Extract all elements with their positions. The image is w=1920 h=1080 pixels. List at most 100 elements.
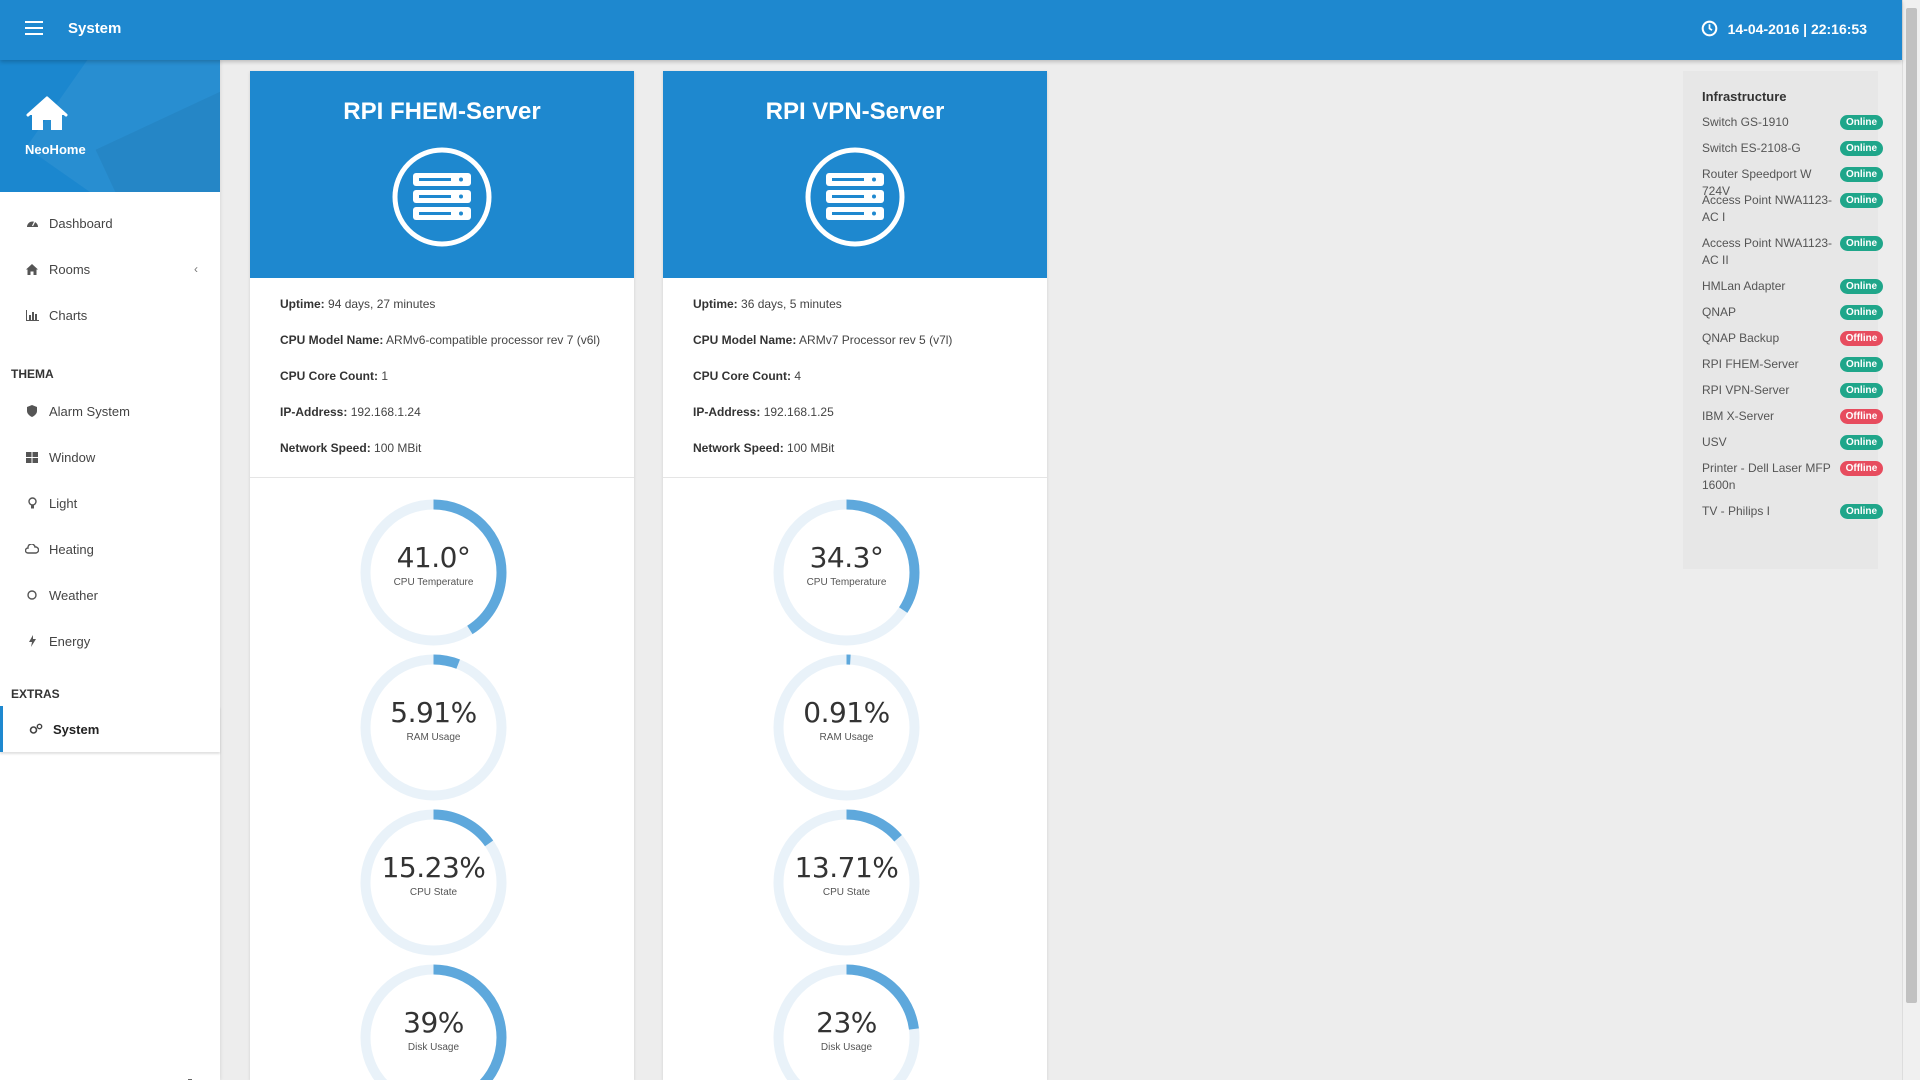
server-name: RPI FHEM-Server [343,98,541,125]
device-row: RPI VPN-Server Online [1683,382,1883,408]
status-badge: Online [1840,383,1883,398]
scrollbar-thumb[interactable] [1906,8,1917,1003]
status-badge: Offline [1840,409,1883,424]
nav-item-dashboard[interactable]: Dashboard [0,200,220,246]
device-name: QNAP Backup [1702,331,1780,345]
nav-item-light[interactable]: Light [0,480,220,526]
info-cpu-model: CPU Model Name: ARMv6-compatible process… [280,333,601,347]
gauge-label: RAM Usage [406,732,461,743]
nav-label: Heating [49,541,94,557]
bar-chart-icon [25,308,39,322]
info-network-speed: Network Speed: 100 MBit [280,441,422,455]
gauge-label: CPU State [409,887,458,898]
section-label-extras: EXTRAS [11,687,60,701]
device-row: Switch ES-2108-G Online [1683,140,1883,166]
gauge-label: CPU State [822,887,871,898]
datetime-display: 14-04-2016 | 22:16:53 [1701,20,1867,37]
device-row: Router Speedport W 724V Online [1683,166,1883,198]
server-info: Uptime: 94 days, 27 minutes CPU Model Na… [250,278,634,478]
clock-icon [1701,20,1717,37]
gauge-value: 41.0° [396,541,471,574]
device-row: QNAP Backup Offline [1683,330,1883,356]
server-icon [805,147,905,247]
status-badge: Online [1840,435,1883,450]
cloud-icon [25,542,39,556]
gauge-label: CPU Temperature [393,577,474,588]
device-row: Printer - Dell Laser MFP 1600n Offline [1683,460,1883,503]
infrastructure-title: Infrastructure [1702,89,1787,104]
nav-label: Window [49,449,96,465]
device-row: USV Online [1683,434,1883,460]
server-card-header: RPI VPN-Server [663,71,1047,278]
device-name: IBM X-Server [1702,409,1775,423]
section-label-thema: THEMA [11,367,54,381]
sun-icon [25,588,39,602]
server-card: RPI VPN-Server Uptime: 36 days, 5 minute… [663,71,1047,1080]
server-icon [392,147,492,247]
page-title: System [68,20,122,37]
info-uptime: Uptime: 36 days, 5 minutes [693,297,842,311]
gauge-cpu-state: 13.71% CPU State [769,805,924,960]
device-name: RPI FHEM-Server [1702,357,1799,371]
info-cpu-cores: CPU Core Count: 1 [280,369,389,383]
nav-item-heating[interactable]: Heating [0,526,220,572]
status-badge: Online [1840,167,1883,182]
device-list: Switch GS-1910 Online Switch ES-2108-G Onli… [1683,114,1883,529]
chevron-left-icon[interactable]: ‹ [194,262,198,276]
info-network-speed: Network Speed: 100 MBit [693,441,835,455]
gauge-label: Disk Usage [407,1042,460,1053]
gauge-cpu-temperature: 41.0° CPU Temperature [356,495,511,650]
gauge-disk-usage: 23% Disk Usage [769,960,924,1080]
sidebar: NeoHome Dashboard Rooms ‹ Charts THEMA A… [0,60,220,1080]
gauge-value: 5.91% [390,696,477,729]
lightbulb-icon [25,496,39,510]
brand-name: NeoHome [25,142,86,157]
nav-item-window[interactable]: Window [0,434,220,480]
nav-item-weather[interactable]: Weather [0,572,220,618]
server-name: RPI VPN-Server [765,98,945,125]
nav-item-charts[interactable]: Charts [0,292,220,338]
device-name: Switch GS-1910 [1702,115,1789,129]
status-badge: Online [1840,115,1883,130]
gauge-label: CPU Temperature [806,577,887,588]
window-icon [25,450,39,464]
menu-toggle-icon[interactable] [25,21,43,35]
gauge-value: 23% [816,1006,877,1039]
device-name: Printer - Dell Laser MFP 1600n [1702,461,1831,492]
home-icon [25,262,39,276]
device-name: Switch ES-2108-G [1702,141,1801,155]
server-card-header: RPI FHEM-Server [250,71,634,278]
cogs-icon [29,722,43,736]
gauge-value: 39% [403,1006,464,1039]
nav-item-system[interactable]: System [0,706,220,752]
status-badge: Online [1840,279,1883,294]
status-badge: Online [1840,357,1883,372]
gauge-value: 15.23% [381,851,486,884]
server-card: RPI FHEM-Server Uptime: 94 days, 27 minu… [250,71,634,1080]
device-name: RPI VPN-Server [1702,383,1790,397]
status-badge: Offline [1840,461,1883,476]
gauge-disk-usage: 39% Disk Usage [356,960,511,1080]
nav-label: Rooms [49,261,91,277]
device-name: USV [1702,435,1727,449]
gauge-label: Disk Usage [820,1042,873,1053]
gauge-value: 13.71% [794,851,899,884]
page-scrollbar[interactable] [1902,0,1920,1080]
nav-item-energy[interactable]: Energy [0,618,220,664]
nav-item-rooms[interactable]: Rooms ‹ [0,246,220,292]
info-uptime: Uptime: 94 days, 27 minutes [280,297,436,311]
gauge-label: RAM Usage [819,732,874,743]
brand-header[interactable]: NeoHome [0,60,220,192]
status-badge: Online [1840,141,1883,156]
nav-label: Light [49,495,78,511]
device-name: Access Point NWA1123-AC II [1702,236,1833,267]
device-row: QNAP Online [1683,304,1883,330]
nav-label: System [53,721,100,737]
datetime-text: 14-04-2016 | 22:16:53 [1727,20,1867,37]
home-logo-icon [26,96,68,130]
bolt-icon [25,634,39,648]
device-row: Access Point NWA1123-AC II Online [1683,235,1883,278]
nav-item-alarm-system[interactable]: Alarm System [0,388,220,434]
device-name: QNAP [1702,305,1737,319]
info-cpu-model: CPU Model Name: ARMv7 Processor rev 5 (v… [693,333,953,347]
